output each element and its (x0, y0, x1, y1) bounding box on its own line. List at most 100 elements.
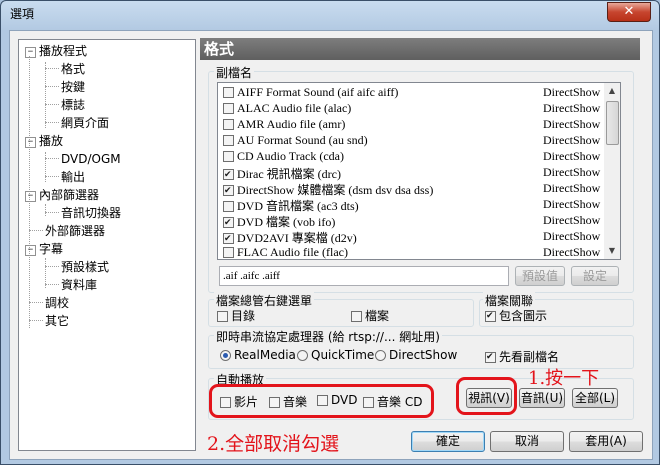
list-item[interactable]: DVD2AVI 專案檔 (d2v) DirectShow (223, 229, 600, 245)
checkbox[interactable] (223, 151, 234, 162)
tree-item-dvd-ogm[interactable]: DVD/OGM (61, 152, 121, 166)
list-item[interactable]: DVD 音訊檔案 (ac3 dts) DirectShow (223, 197, 600, 213)
close-button[interactable]: ✕ (607, 2, 651, 22)
tree-item-misc[interactable]: 其它 (45, 314, 69, 328)
select-audio-button[interactable]: 音訊(U) (519, 388, 565, 408)
tree-item-label: 外部篩選器 (45, 224, 106, 238)
radio-label: DirectShow (389, 348, 458, 362)
list-item[interactable]: ALAC Audio file (alac) DirectShow (223, 101, 600, 117)
tree-item-playback[interactable]: − 播放 (25, 134, 63, 148)
radio-realmedia[interactable]: RealMedia (220, 348, 296, 362)
checkbox[interactable] (485, 352, 496, 363)
ok-button[interactable]: 確定 (411, 431, 485, 452)
tree-item-tweaks[interactable]: 調校 (45, 296, 69, 310)
list-item-engine: DirectShow (543, 213, 601, 227)
list-item[interactable]: FLAC Audio file (flac) DirectShow (223, 245, 600, 259)
list-item-name: DVD 檔案 (vob ifo) (237, 215, 336, 229)
list-item-engine: DirectShow (543, 229, 601, 243)
panel-title: 格式 (200, 38, 640, 60)
checkbox[interactable] (223, 169, 234, 180)
tree-item-label: 播放程式 (39, 44, 88, 58)
checkbox[interactable] (485, 311, 496, 322)
list-item-engine: DirectShow (543, 245, 601, 259)
select-all-button[interactable]: 全部(L) (572, 388, 618, 408)
scroll-up-icon[interactable]: ▲ (606, 85, 618, 97)
checkbox[interactable] (223, 185, 234, 196)
title-bar[interactable]: 選項 ✕ (1, 1, 659, 27)
list-item-name: DVD2AVI 專案檔 (d2v) (237, 231, 357, 245)
radio-quicktime[interactable]: QuickTime (297, 348, 374, 362)
tree-item-label: 標誌 (61, 98, 86, 112)
extensions-list[interactable]: AIFF Format Sound (aif aifc aiff) DirectS… (217, 82, 621, 260)
list-item[interactable]: AMR Audio file (amr) DirectShow (223, 117, 600, 133)
checkbox[interactable] (223, 119, 234, 130)
list-item-name: FLAC Audio file (flac) (237, 245, 348, 259)
scroll-thumb[interactable] (606, 101, 619, 145)
checkbox[interactable] (223, 135, 234, 146)
list-item-name: DVD 音訊檔案 (ac3 dts) (237, 199, 359, 213)
files-checkbox[interactable]: 檔案 (351, 307, 389, 324)
tree-item-label: 字幕 (39, 242, 64, 256)
extension-field[interactable]: .aif .aifc .aiff (219, 266, 509, 286)
tree-item-label: 播放 (39, 134, 64, 148)
annotation-ring-video (456, 377, 517, 415)
annotation-ring-autoplay (209, 384, 434, 418)
window-title: 選項 (10, 7, 35, 21)
checkbox[interactable] (223, 233, 234, 244)
radio[interactable] (297, 350, 308, 361)
radio[interactable] (375, 350, 386, 361)
collapse-icon[interactable]: − (25, 191, 36, 202)
default-button[interactable]: 預設值 (515, 266, 565, 286)
tree-item-player[interactable]: − 播放程式 (25, 44, 87, 58)
tree-item-logo[interactable]: 標誌 (61, 98, 85, 112)
checkbox-label: 包含圖示 (499, 309, 548, 323)
tree-item-web-interface[interactable]: 網頁介面 (61, 116, 109, 130)
tree-item-label: 預設樣式 (61, 260, 110, 274)
list-item-name: DirectShow 媒體檔案 (dsm dsv dsa dss) (237, 183, 434, 197)
check-extension-checkbox[interactable]: 先看副檔名 (485, 348, 559, 365)
apply-button[interactable]: 套用(A) (569, 431, 643, 452)
tree-item-formats[interactable]: 格式 (61, 62, 85, 76)
checkbox[interactable] (217, 311, 228, 322)
options-tree: − 播放程式 格式 按鍵 標誌 網頁介面 − 播放 DVD/OGM 輸出 − 內部篩選… (18, 39, 196, 451)
list-item[interactable]: AU Format Sound (au snd) DirectShow (223, 133, 600, 149)
list-item-engine: DirectShow (543, 133, 601, 147)
list-item[interactable]: Dirac 視訊檔案 (drc) DirectShow (223, 165, 600, 181)
checkbox[interactable] (223, 103, 234, 114)
list-item[interactable]: AIFF Format Sound (aif aifc aiff) DirectS… (223, 85, 600, 101)
cancel-button[interactable]: 取消 (490, 431, 564, 452)
tree-item-subtitles[interactable]: − 字幕 (25, 242, 63, 256)
list-item[interactable]: DVD 檔案 (vob ifo) DirectShow (223, 213, 600, 229)
list-item[interactable]: CD Audio Track (cda) DirectShow (223, 149, 600, 165)
radio-directshow[interactable]: DirectShow (375, 348, 457, 362)
extensions-group-label: 副檔名 (214, 64, 255, 81)
tree-item-default-style[interactable]: 預設樣式 (61, 260, 109, 274)
include-icons-checkbox[interactable]: 包含圖示 (485, 307, 547, 324)
checkbox[interactable] (223, 201, 234, 212)
list-item-engine: DirectShow (543, 197, 601, 211)
tree-item-label: 按鍵 (61, 80, 86, 94)
checkbox[interactable] (223, 87, 234, 98)
list-item[interactable]: DirectShow 媒體檔案 (dsm dsv dsa dss) DirectS… (223, 181, 600, 197)
tree-item-output[interactable]: 輸出 (61, 170, 85, 184)
tree-item-internal-filters[interactable]: − 內部篩選器 (25, 188, 99, 202)
tree-item-label: 網頁介面 (61, 116, 110, 130)
checkbox[interactable] (223, 217, 234, 228)
checkbox[interactable] (223, 247, 234, 258)
tree-item-audio-switcher[interactable]: 音訊切換器 (61, 206, 121, 220)
annotation-step2: 2.全部取消勾選 (207, 433, 340, 455)
checkbox[interactable] (351, 311, 362, 322)
radio[interactable] (220, 350, 231, 361)
directory-checkbox[interactable]: 目錄 (217, 307, 255, 324)
list-item-engine: DirectShow (543, 181, 601, 195)
set-button[interactable]: 設定 (571, 266, 619, 286)
collapse-icon[interactable]: − (25, 245, 36, 256)
list-item-name: Dirac 視訊檔案 (drc) (237, 167, 341, 181)
collapse-icon[interactable]: − (25, 47, 36, 58)
scroll-down-icon[interactable]: ▼ (606, 245, 618, 257)
tree-item-database[interactable]: 資料庫 (61, 278, 97, 292)
list-scrollbar[interactable]: ▲ ▼ (604, 83, 620, 259)
collapse-icon[interactable]: − (25, 137, 36, 148)
tree-item-keys[interactable]: 按鍵 (61, 80, 85, 94)
tree-item-external-filters[interactable]: 外部篩選器 (45, 224, 105, 238)
